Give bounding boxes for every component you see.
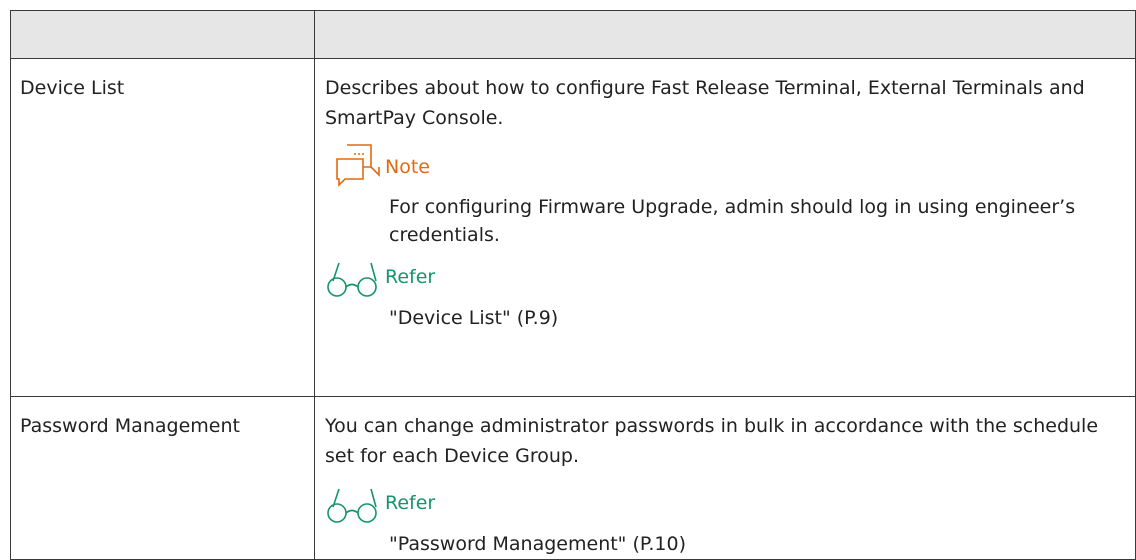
header-cell-term <box>10 10 315 59</box>
header-cell-description <box>314 10 1136 59</box>
refer-link[interactable]: "Password Management" (P.10) <box>389 529 1127 559</box>
table-header-row <box>10 10 1136 59</box>
description-text: You can change administrator passwords i… <box>325 415 1099 467</box>
term-cell: Device List <box>10 58 315 397</box>
note-icon <box>336 144 380 187</box>
term-cell: Password Management <box>10 396 315 560</box>
refer-callout: Refer "Password Management" (P.10) <box>325 477 1127 559</box>
refer-title: Refer <box>385 492 436 514</box>
table-row-password-management: Password Management You can change admin… <box>10 396 1136 560</box>
refer-callout: Refer "Device List" (P.9) <box>325 251 1127 333</box>
note-text: For configuring Firmware Upgrade, admin … <box>389 196 1076 246</box>
glasses-icon <box>327 262 377 297</box>
description-cell: Describes about how to configure Fast Re… <box>314 58 1136 397</box>
refer-link[interactable]: "Device List" (P.9) <box>389 303 1127 333</box>
note-callout: Note For configuring Firmware Upgrade, a… <box>325 141 1127 249</box>
refer-title: Refer <box>385 266 436 288</box>
feature-table: Device List Describes about how to confi… <box>10 10 1136 560</box>
description-text: Describes about how to configure Fast Re… <box>325 77 1085 129</box>
note-title: Note <box>385 156 430 178</box>
glasses-icon <box>327 488 377 523</box>
table-row-device-list: Device List Describes about how to confi… <box>10 58 1136 397</box>
description-cell: You can change administrator passwords i… <box>314 396 1136 560</box>
